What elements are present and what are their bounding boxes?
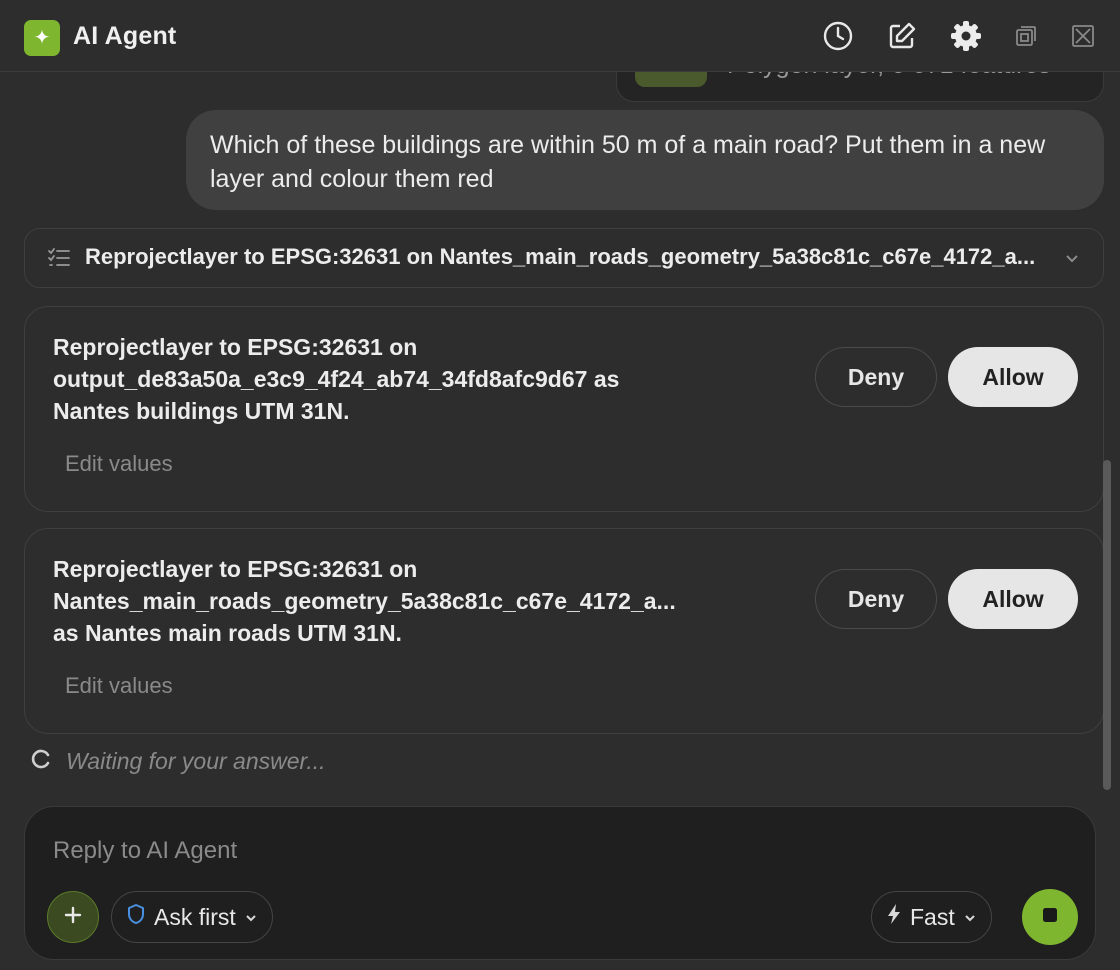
stop-icon (1041, 906, 1059, 929)
chevron-down-icon[interactable] (1063, 249, 1081, 272)
history-icon[interactable] (820, 18, 856, 54)
deny-button[interactable]: Deny (815, 569, 937, 629)
permission-line: as Nantes main roads UTM 31N. (53, 620, 402, 646)
header-bar: ✦ AI Agent (0, 0, 1120, 72)
scrollbar-thumb[interactable] (1103, 460, 1111, 790)
waiting-text: Waiting for your answer... (66, 748, 326, 774)
chevron-down-icon (963, 904, 977, 931)
task-summary-row[interactable]: Reprojectlayer to EPSG:32631 on Nantes_m… (24, 228, 1104, 288)
layer-attachment-label: Polygon layer, 6 671 features (727, 72, 1051, 80)
shield-icon (126, 903, 146, 931)
mode-label: Ask first (154, 903, 236, 930)
permission-line: output_de83a50a_e3c9_4f24_ab74_34fd8afc9… (53, 366, 620, 392)
layer-thumbnail (635, 72, 707, 87)
edit-values-link[interactable]: Edit values (65, 673, 173, 699)
stop-button[interactable] (1022, 889, 1078, 945)
user-message-bubble: Which of these buildings are within 50 m… (186, 110, 1104, 210)
add-attachment-button[interactable] (47, 891, 99, 943)
mode-selector[interactable]: Ask first (111, 891, 273, 943)
restore-window-icon[interactable] (1008, 18, 1044, 54)
permission-line: Nantes_main_roads_geometry_5a38c81c_c67e… (53, 588, 676, 614)
chat-scroll-area[interactable]: Polygon layer, 6 671 features Which of t… (0, 72, 1120, 802)
layer-attachment-card[interactable]: Polygon layer, 6 671 features (616, 72, 1104, 102)
chevron-down-icon (244, 904, 258, 931)
deny-button[interactable]: Deny (815, 347, 937, 407)
edit-values-link[interactable]: Edit values (65, 451, 173, 477)
waiting-status: Waiting for your answer... (30, 748, 326, 775)
loading-spinner-icon (30, 748, 52, 775)
permission-line: Nantes buildings UTM 31N. (53, 398, 350, 424)
allow-button[interactable]: Allow (948, 347, 1078, 407)
speed-selector[interactable]: Fast (871, 891, 992, 943)
app-title: AI Agent (73, 22, 177, 50)
sparkle-icon: ✦ (33, 27, 51, 49)
permission-line: Reprojectlayer to EPSG:32631 on (53, 334, 418, 360)
speed-label: Fast (910, 903, 955, 930)
permission-request-card: Reprojectlayer to EPSG:32631 on Nantes_m… (24, 528, 1104, 734)
gear-icon[interactable] (948, 18, 984, 54)
new-chat-icon[interactable] (884, 18, 920, 54)
lightning-icon (886, 903, 902, 931)
close-window-icon[interactable] (1065, 18, 1101, 54)
permission-description: Reprojectlayer to EPSG:32631 on Nantes_m… (53, 553, 803, 649)
reply-input[interactable] (53, 831, 1033, 871)
message-composer: Ask first Fast (24, 806, 1096, 960)
app-logo: ✦ (24, 20, 60, 56)
plus-icon (63, 905, 83, 930)
permission-description: Reprojectlayer to EPSG:32631 on output_d… (53, 331, 803, 427)
permission-line: Reprojectlayer to EPSG:32631 on (53, 556, 418, 582)
permission-request-card: Reprojectlayer to EPSG:32631 on output_d… (24, 306, 1104, 512)
allow-button[interactable]: Allow (948, 569, 1078, 629)
checklist-icon (47, 247, 71, 274)
task-summary-label: Reprojectlayer to EPSG:32631 on Nantes_m… (85, 244, 1036, 269)
